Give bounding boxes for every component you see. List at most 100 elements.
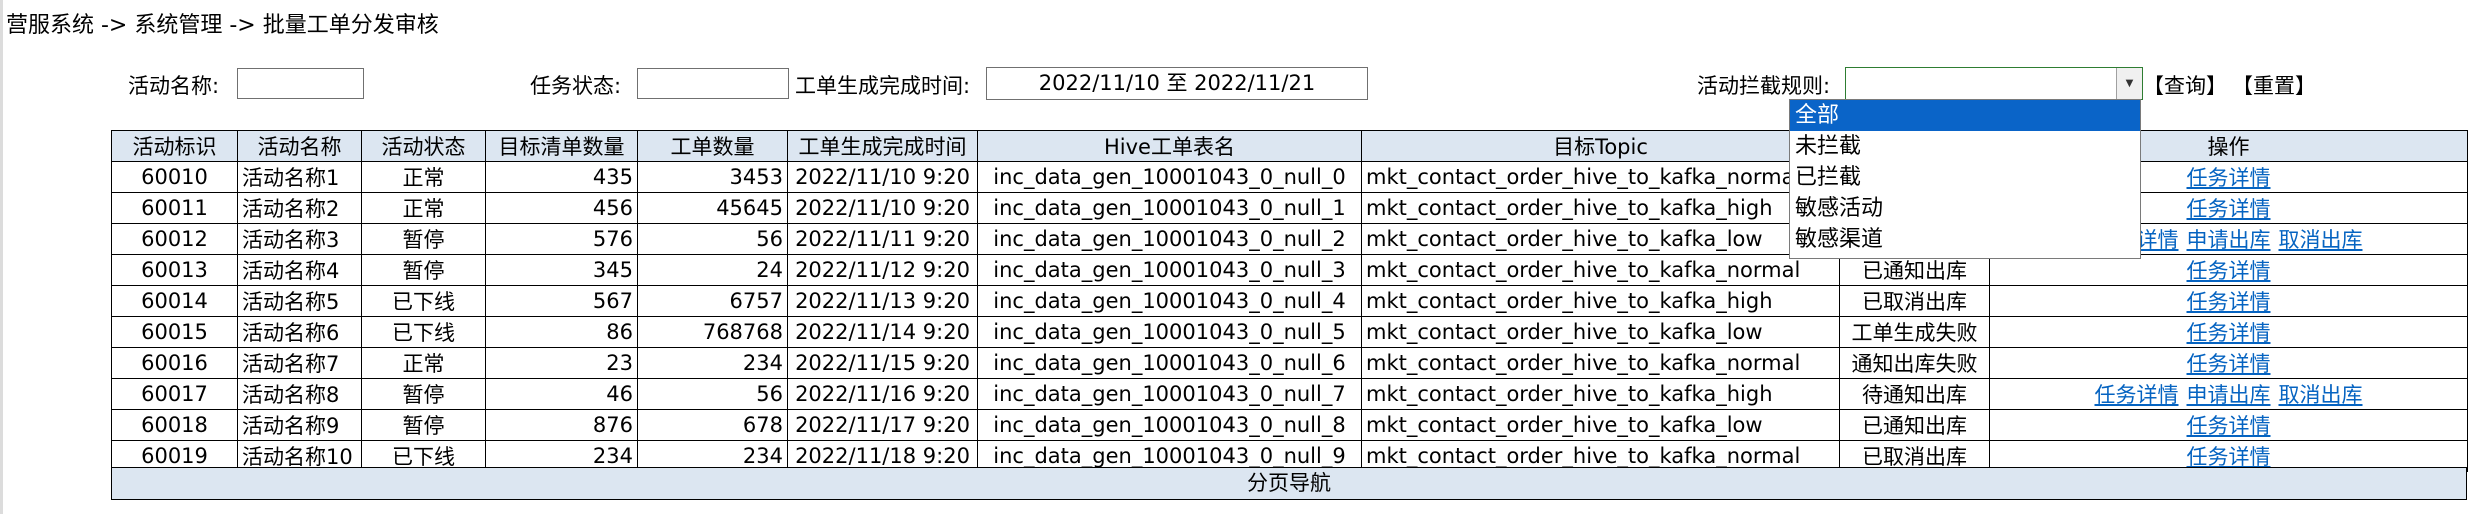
cell-order-count: 56 (637, 223, 788, 255)
table-row: 60018 活动名称9 暂停 876 678 2022/11/17 9:20 inc_dat… (111, 409, 2468, 441)
col-target-count: 目标清单数量 (485, 130, 638, 162)
table-row: 60014 活动名称5 已下线 567 6757 2022/11/13 9:20 inc_d… (111, 285, 2468, 317)
cancel-release-link[interactable]: 取消出库 (2279, 383, 2363, 407)
option-all[interactable]: 全部 (1790, 100, 2140, 131)
cell-gen-time: 2022/11/10 9:20 (787, 192, 978, 224)
task-detail-link[interactable]: 任务详情 (2187, 166, 2271, 190)
task-detail-link[interactable]: 任务详情 (2187, 259, 2271, 283)
option-not-intercepted[interactable]: 未拦截 (1790, 131, 2140, 162)
cell-dist-status: 已通知出库 (1839, 409, 1990, 441)
cell-activity-status: 已下线 (361, 316, 486, 348)
cell-target-topic: mkt_contact_order_hive_to_kafka_normal (1361, 161, 1840, 193)
cancel-release-link[interactable]: 取消出库 (2279, 228, 2363, 252)
cell-target-topic: mkt_contact_order_hive_to_kafka_low (1361, 223, 1840, 255)
cell-target-count: 456 (485, 192, 638, 224)
cell-hive-table: inc_data_gen_10001043_0_null_4 (977, 285, 1362, 317)
task-detail-link[interactable]: 任务详情 (2187, 197, 2271, 221)
cell-activity-name: 活动名称5 (237, 285, 362, 317)
task-detail-link[interactable]: 任务详情 (2187, 352, 2271, 376)
task-detail-link[interactable]: 任务详情 (2095, 383, 2179, 407)
cell-order-count: 768768 (637, 316, 788, 348)
cell-activity-id: 60017 (111, 378, 238, 410)
gen-time-range-input[interactable]: 2022/11/10 至 2022/11/21 (986, 67, 1368, 100)
cell-activity-id: 60012 (111, 223, 238, 255)
cell-hive-table: inc_data_gen_10001043_0_null_0 (977, 161, 1362, 193)
cell-activity-status: 已下线 (361, 285, 486, 317)
cell-activity-id: 60015 (111, 316, 238, 348)
query-button[interactable]: 【查询】 (2143, 70, 2227, 100)
pagination-nav[interactable]: 分页导航 (111, 467, 2467, 500)
cell-activity-name: 活动名称8 (237, 378, 362, 410)
cell-order-count: 24 (637, 254, 788, 286)
cell-gen-time: 2022/11/11 9:20 (787, 223, 978, 255)
cell-activity-name: 活动名称6 (237, 316, 362, 348)
cell-activity-status: 暂停 (361, 409, 486, 441)
cell-actions: 任务详情 (1989, 347, 2468, 379)
apply-release-link[interactable]: 申请出库 (2187, 228, 2271, 252)
cell-activity-name: 活动名称3 (237, 223, 362, 255)
col-order-count: 工单数量 (637, 130, 788, 162)
cell-actions: 任务详情 (1989, 409, 2468, 441)
cell-actions: 任务详情 (1989, 254, 2468, 286)
cell-activity-name: 活动名称7 (237, 347, 362, 379)
cell-target-count: 876 (485, 409, 638, 441)
cell-hive-table: inc_data_gen_10001043_0_null_7 (977, 378, 1362, 410)
activity-name-label: 活动名称: (128, 74, 220, 98)
reset-button[interactable]: 【重置】 (2232, 70, 2316, 100)
cell-activity-id: 60018 (111, 409, 238, 441)
task-status-label: 任务状态: (530, 74, 622, 98)
apply-release-link[interactable]: 申请出库 (2187, 383, 2271, 407)
cell-target-count: 46 (485, 378, 638, 410)
cell-order-count: 3453 (637, 161, 788, 193)
cell-order-count: 56 (637, 378, 788, 410)
cell-activity-status: 正常 (361, 347, 486, 379)
cell-activity-id: 60013 (111, 254, 238, 286)
cell-dist-status: 已通知出库 (1839, 254, 1990, 286)
cell-activity-name: 活动名称4 (237, 254, 362, 286)
task-detail-link[interactable]: 任务详情 (2187, 321, 2271, 345)
cell-activity-id: 60010 (111, 161, 238, 193)
option-intercepted[interactable]: 已拦截 (1790, 162, 2140, 193)
chevron-down-icon[interactable]: ▼ (2116, 68, 2142, 99)
cell-hive-table: inc_data_gen_10001043_0_null_5 (977, 316, 1362, 348)
col-activity-id: 活动标识 (111, 130, 238, 162)
task-detail-link[interactable]: 任务详情 (2187, 414, 2271, 438)
option-sensitive-activity[interactable]: 敏感活动 (1790, 193, 2140, 224)
cell-activity-status: 暂停 (361, 254, 486, 286)
cell-activity-id: 60011 (111, 192, 238, 224)
cell-target-count: 576 (485, 223, 638, 255)
cell-activity-name: 活动名称2 (237, 192, 362, 224)
cell-actions: 任务详情 (1989, 316, 2468, 348)
cell-gen-time: 2022/11/15 9:20 (787, 347, 978, 379)
cell-activity-status: 正常 (361, 192, 486, 224)
intercept-rule-select[interactable]: ▼ (1845, 67, 2143, 100)
cell-gen-time: 2022/11/14 9:20 (787, 316, 978, 348)
cell-activity-status: 暂停 (361, 378, 486, 410)
task-status-input[interactable] (637, 68, 789, 99)
cell-activity-name: 活动名称9 (237, 409, 362, 441)
cell-target-topic: mkt_contact_order_hive_to_kafka_low (1361, 316, 1840, 348)
gen-time-label: 工单生成完成时间: (795, 74, 971, 98)
cell-target-topic: mkt_contact_order_hive_to_kafka_high (1361, 192, 1840, 224)
cell-target-count: 86 (485, 316, 638, 348)
cell-hive-table: inc_data_gen_10001043_0_null_1 (977, 192, 1362, 224)
cell-dist-status: 已取消出库 (1839, 285, 1990, 317)
task-detail-link[interactable]: 任务详情 (2187, 445, 2271, 469)
table-row: 60015 活动名称6 已下线 86 768768 2022/11/14 9:20 inc_… (111, 316, 2468, 348)
cell-order-count: 678 (637, 409, 788, 441)
cell-target-count: 435 (485, 161, 638, 193)
cell-hive-table: inc_data_gen_10001043_0_null_3 (977, 254, 1362, 286)
cell-hive-table: inc_data_gen_10001043_0_null_8 (977, 409, 1362, 441)
col-target-topic: 目标Topic (1361, 130, 1840, 162)
intercept-rule-label: 活动拦截规则: (1697, 74, 1831, 98)
cell-target-topic: mkt_contact_order_hive_to_kafka_high (1361, 285, 1840, 317)
cell-hive-table: inc_data_gen_10001043_0_null_2 (977, 223, 1362, 255)
activity-name-input[interactable] (237, 68, 364, 99)
cell-activity-name: 活动名称1 (237, 161, 362, 193)
cell-dist-status: 通知出库失败 (1839, 347, 1990, 379)
col-activity-name: 活动名称 (237, 130, 362, 162)
intercept-rule-options[interactable]: 全部 未拦截 已拦截 敏感活动 敏感渠道 (1789, 99, 2141, 259)
option-sensitive-channel[interactable]: 敏感渠道 (1790, 224, 2140, 255)
cell-order-count: 45645 (637, 192, 788, 224)
task-detail-link[interactable]: 任务详情 (2187, 290, 2271, 314)
